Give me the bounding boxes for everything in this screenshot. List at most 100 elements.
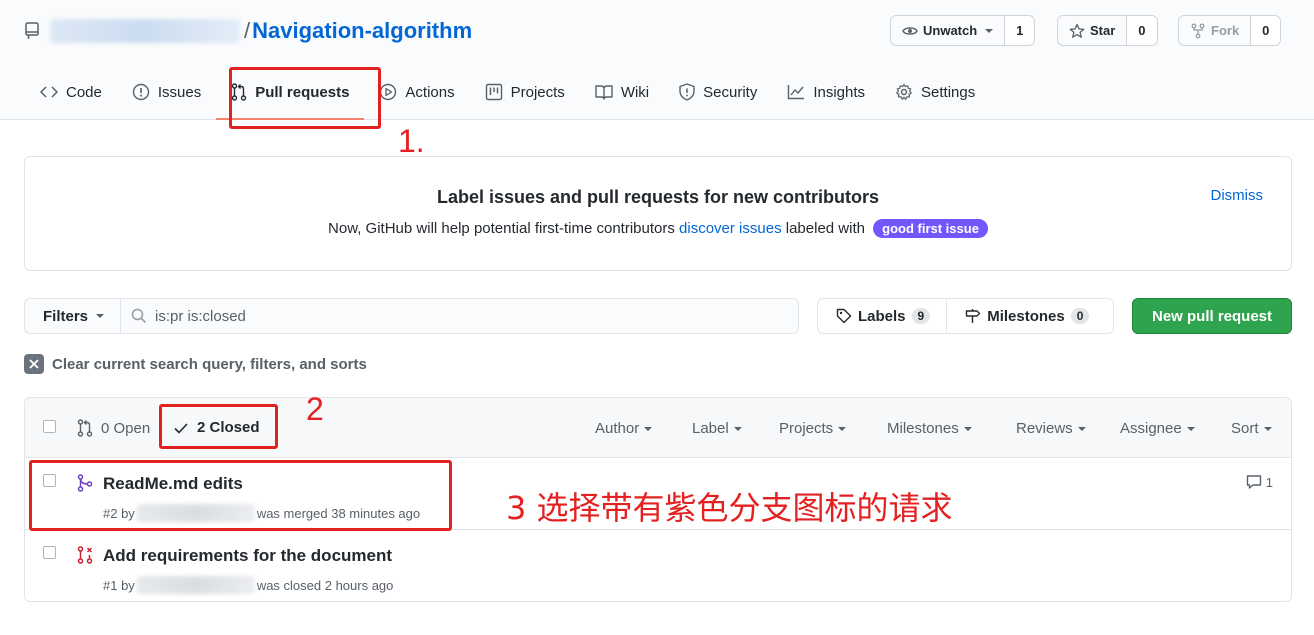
- annotation-step-3: 3 选择带有紫色分支图标的请求: [506, 489, 953, 527]
- reviews-filter[interactable]: Reviews: [1016, 420, 1086, 437]
- search-icon: [131, 308, 147, 324]
- eye-icon: [902, 26, 918, 35]
- forks-count[interactable]: 0: [1251, 16, 1281, 45]
- labels-button[interactable]: Labels 9: [818, 299, 948, 333]
- fork-group: Fork 0: [1178, 15, 1282, 46]
- tab-wiki[interactable]: Wiki: [580, 70, 664, 114]
- annotation-step-1: 1.: [398, 123, 425, 159]
- sort-filter[interactable]: Sort: [1231, 420, 1272, 437]
- tab-actions-label: Actions: [405, 83, 455, 101]
- author-redacted[interactable]: [136, 576, 255, 594]
- clear-search-label: Clear current search query, filters, and…: [52, 355, 367, 373]
- open-filter[interactable]: 0 Open: [77, 419, 150, 437]
- tab-pull-requests-label: Pull requests: [255, 83, 350, 101]
- tab-issues-label: Issues: [157, 83, 202, 101]
- row-checkbox[interactable]: [43, 546, 56, 559]
- chevron-down-icon: [96, 314, 105, 318]
- closed-pull-request-icon: [77, 546, 93, 564]
- chevron-down-icon: [838, 426, 847, 431]
- issue-icon: [132, 83, 150, 101]
- open-count: 0 Open: [101, 419, 151, 437]
- tab-projects-label: Projects: [510, 83, 565, 101]
- code-icon: [40, 86, 58, 98]
- banner-title: Label issues and pull requests for new c…: [436, 187, 880, 207]
- annotation-step-2: 2: [306, 391, 324, 427]
- discover-issues-link[interactable]: discover issues: [679, 220, 782, 237]
- tab-settings-label: Settings: [921, 83, 976, 101]
- comments-link[interactable]: 1: [1246, 474, 1273, 490]
- pr-number: #1 by: [103, 577, 135, 593]
- assignee-filter[interactable]: Assignee: [1120, 420, 1195, 437]
- labels-milestones-group: Labels 9 Milestones 0: [817, 298, 1114, 334]
- new-pull-request-button[interactable]: New pull request: [1132, 298, 1292, 334]
- fork-icon: [1191, 23, 1205, 38]
- row-checkbox[interactable]: [43, 474, 56, 487]
- repo-name-link[interactable]: Navigation-algorithm: [252, 18, 472, 44]
- author-filter[interactable]: Author: [595, 420, 653, 437]
- repo-icon: [25, 22, 39, 39]
- fork-button[interactable]: Fork: [1179, 16, 1252, 45]
- check-icon: [174, 422, 188, 434]
- chevron-down-icon: [1077, 426, 1086, 431]
- book-icon: [595, 85, 613, 100]
- star-icon: [1069, 23, 1085, 38]
- tab-code[interactable]: Code: [40, 70, 117, 114]
- chevron-down-icon: [963, 426, 972, 431]
- star-button[interactable]: Star: [1058, 16, 1128, 45]
- tab-security[interactable]: Security: [664, 70, 772, 114]
- watch-group: Unwatch 1: [890, 15, 1036, 46]
- graph-icon: [788, 85, 805, 100]
- pr-title-link[interactable]: ReadMe.md edits: [103, 474, 243, 494]
- list-item[interactable]: Add requirements for the document #1 by …: [25, 530, 1291, 601]
- dismiss-button[interactable]: Dismiss: [1211, 187, 1264, 204]
- label-filter[interactable]: Label: [692, 420, 742, 437]
- unwatch-button[interactable]: Unwatch: [891, 16, 1006, 45]
- tab-projects[interactable]: Projects: [470, 70, 580, 114]
- list-header: 0 Open 2 Closed Author Label Projects Mi…: [25, 398, 1291, 458]
- play-icon: [380, 83, 397, 101]
- tab-issues[interactable]: Issues: [117, 70, 216, 114]
- close-icon: [24, 354, 44, 374]
- owner-name-redacted[interactable]: [50, 19, 240, 43]
- unwatch-label: Unwatch: [923, 23, 978, 38]
- chevron-down-icon: [1186, 426, 1195, 431]
- tab-insights[interactable]: Insights: [772, 70, 880, 114]
- author-redacted[interactable]: [136, 504, 255, 522]
- clear-search-link[interactable]: Clear current search query, filters, and…: [24, 354, 367, 374]
- search-wrap: [121, 299, 798, 333]
- tab-wiki-label: Wiki: [620, 83, 650, 101]
- pr-meta: #1 by was closed 2 hours ago: [103, 576, 393, 594]
- chevron-down-icon: [644, 426, 653, 431]
- filters-dropdown-button[interactable]: Filters: [25, 299, 122, 333]
- tab-pull-requests[interactable]: Pull requests: [216, 70, 365, 120]
- comment-icon: [1246, 475, 1261, 489]
- good-first-issue-label[interactable]: good first issue: [873, 219, 988, 238]
- pr-number: #2 by: [103, 505, 135, 521]
- reviews-filter-label: Reviews: [1016, 420, 1073, 437]
- milestones-filter[interactable]: Milestones: [887, 420, 972, 437]
- tab-settings[interactable]: Settings: [880, 70, 990, 114]
- watchers-count[interactable]: 1: [1005, 16, 1035, 45]
- milestones-button[interactable]: Milestones 0: [947, 299, 1105, 333]
- closed-filter[interactable]: 2 Closed: [173, 419, 260, 436]
- repo-title: / Navigation-algorithm: [24, 16, 472, 46]
- pr-title-link[interactable]: Add requirements for the document: [103, 546, 392, 566]
- repo-path-separator: /: [244, 18, 251, 43]
- chevron-down-icon: [733, 426, 742, 431]
- projects-filter[interactable]: Projects: [779, 420, 847, 437]
- tab-insights-label: Insights: [813, 83, 866, 101]
- assignee-filter-label: Assignee: [1120, 420, 1182, 437]
- milestones-filter-label: Milestones: [887, 420, 959, 437]
- search-input[interactable]: [155, 307, 756, 325]
- stars-count[interactable]: 0: [1127, 16, 1157, 45]
- author-filter-label: Author: [595, 420, 640, 437]
- tab-actions[interactable]: Actions: [364, 70, 469, 114]
- repo-header: / Navigation-algorithm Unwatch 1 Star 0: [0, 0, 1314, 120]
- tab-security-label: Security: [703, 83, 758, 101]
- star-label: Star: [1090, 23, 1116, 38]
- labels-label: Labels: [858, 307, 906, 325]
- pr-status: was merged 38 minutes ago: [256, 505, 421, 521]
- comments-count: 1: [1265, 474, 1273, 490]
- new-contributors-banner: Label issues and pull requests for new c…: [24, 156, 1292, 271]
- select-all-checkbox[interactable]: [43, 420, 56, 433]
